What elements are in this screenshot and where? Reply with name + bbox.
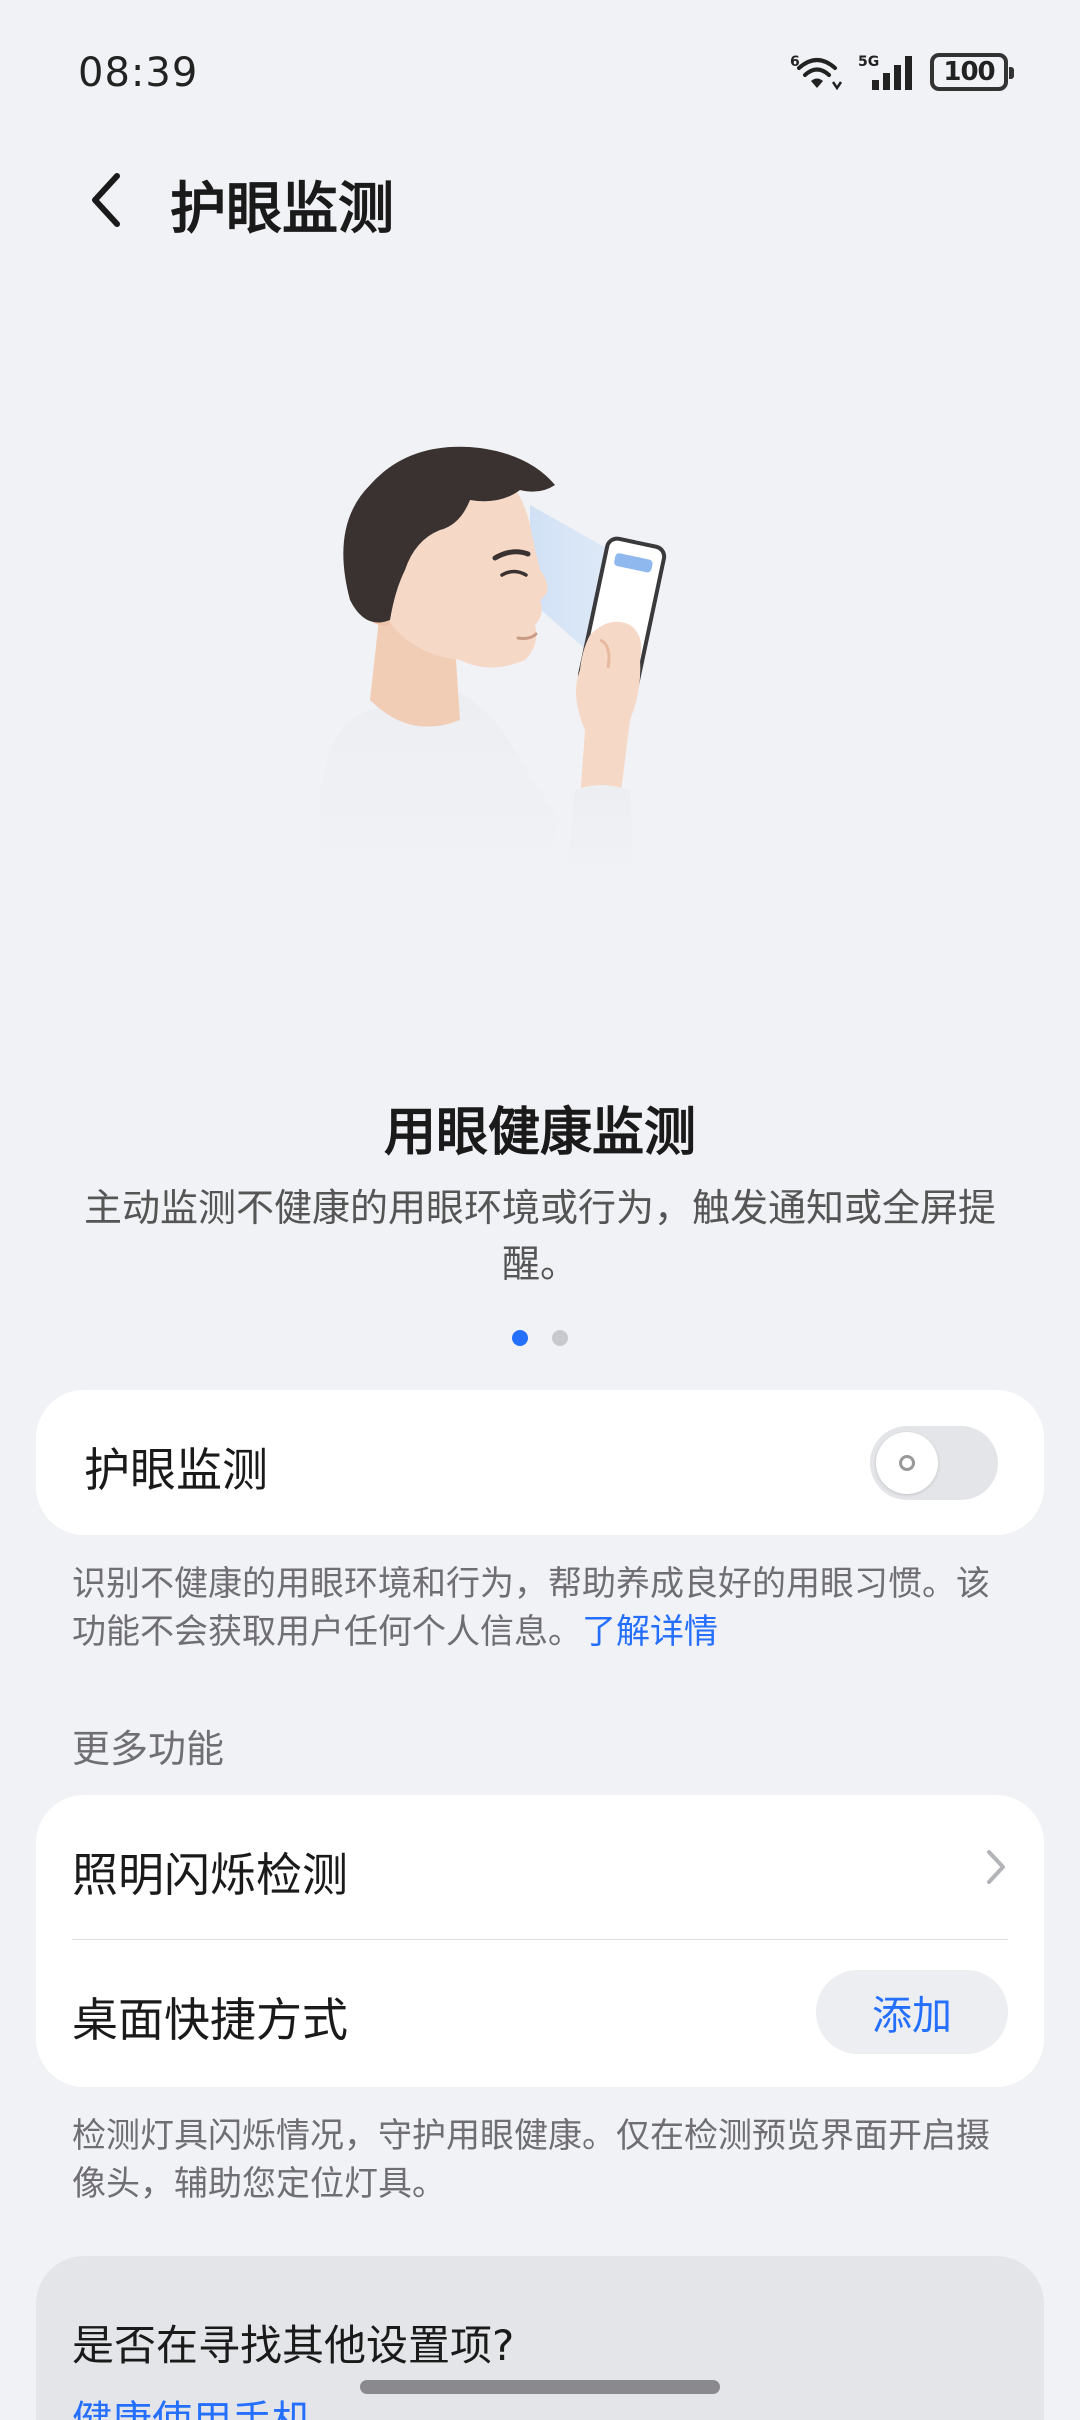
healthy-phone-use-link[interactable]: 健康使用手机 (72, 2388, 312, 2420)
signal-icon: 5G (858, 54, 912, 90)
flicker-helper-text: 检测灯具闪烁情况，守护用眼健康。仅在检测预览界面开启摄像头，辅助您定位灯具。 (72, 2116, 990, 2204)
add-shortcut-button[interactable]: 添加 (816, 1970, 1008, 2054)
status-bar: 08:39 6 5G 100 (0, 0, 1080, 150)
carousel-description: 主动监测不健康的用眼环境或行为，触发通知或全屏提醒。 (83, 1186, 996, 1286)
eye-monitoring-illustration (318, 446, 667, 880)
pager-dot[interactable] (552, 1330, 568, 1346)
other-settings-title: 是否在寻找其他设置项? (72, 2321, 515, 2370)
flicker-detection-label: 照明闪烁检测 (72, 1848, 348, 1902)
eye-care-settings-page: 08:39 6 5G 100 护眼监测 用眼健康监测 主动监测不健康的用眼环境或… (0, 0, 1080, 2420)
chevron-right-icon (987, 1850, 1005, 1884)
home-indicator[interactable] (360, 2380, 720, 2394)
more-features-header: 更多功能 (72, 1727, 225, 1771)
back-button[interactable] (72, 162, 142, 238)
pager-dot-active[interactable] (512, 1330, 528, 1346)
battery-level: 100 (943, 57, 995, 87)
learn-more-link[interactable]: 了解详情 (582, 1612, 718, 1652)
battery-icon: 100 (930, 53, 1014, 91)
page-title: 护眼监测 (170, 177, 394, 242)
more-features-card: 照明闪烁检测 桌面快捷方式 添加 (36, 1795, 1044, 2087)
toggle-label: 护眼监测 (84, 1443, 268, 1497)
eye-care-toggle-card: 护眼监测 (36, 1390, 1044, 1535)
desktop-shortcut-row: 桌面快捷方式 添加 (36, 1940, 1044, 2084)
wifi-icon: 6 (790, 54, 843, 91)
carousel-pager[interactable] (0, 1330, 1080, 1346)
desktop-shortcut-label: 桌面快捷方式 (72, 1993, 348, 2047)
status-time: 08:39 (78, 50, 199, 96)
chevron-left-icon (92, 173, 120, 227)
flicker-detection-row[interactable]: 照明闪烁检测 (36, 1795, 1044, 1940)
other-settings-card: 是否在寻找其他设置项? 健康使用手机 (36, 2256, 1044, 2420)
toggle-helper-text: 识别不健康的用眼环境和行为，帮助养成良好的用眼习惯。该功能不会获取用户任何个人信… (72, 1560, 1022, 1656)
toggle-helper-body: 识别不健康的用眼环境和行为，帮助养成良好的用眼习惯。该功能不会获取用户任何个人信… (72, 1564, 990, 1652)
network-type: 5G (858, 54, 879, 70)
app-header: 护眼监测 (0, 150, 1080, 250)
eye-care-toggle-switch[interactable] (870, 1426, 998, 1500)
status-icons: 6 5G 100 (790, 52, 1014, 92)
carousel-title: 用眼健康监测 (383, 1103, 696, 1163)
toggle-knob (876, 1432, 938, 1494)
